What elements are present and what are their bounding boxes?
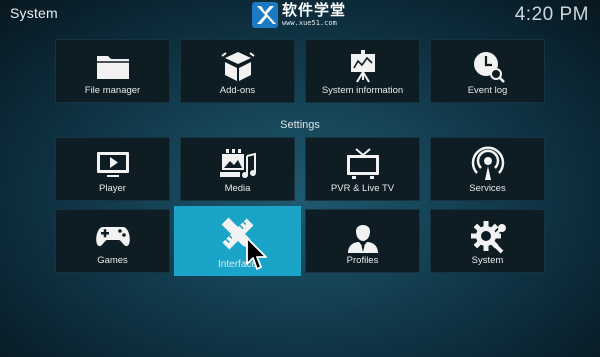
tile-games[interactable]: Games [55, 209, 170, 273]
broadcast-icon [468, 146, 508, 182]
gamepad-icon [93, 218, 133, 254]
tile-event-log[interactable]: Event log [430, 39, 545, 103]
player-screen-icon [93, 146, 133, 182]
tile-add-ons[interactable]: Add-ons [180, 39, 295, 103]
mouse-cursor-icon [246, 237, 267, 270]
tile-media[interactable]: Media [180, 137, 295, 201]
watermark: 软件学堂 www.xue51.com [252, 2, 346, 28]
tile-label: System information [321, 85, 404, 96]
watermark-url: www.xue51.com [282, 19, 337, 27]
tile-pvr-live-tv[interactable]: PVR & Live TV [305, 137, 420, 201]
tile-file-manager[interactable]: File manager [55, 39, 170, 103]
tile-system-information[interactable]: System information [305, 39, 420, 103]
media-icon [218, 146, 258, 182]
tile-system[interactable]: System [430, 209, 545, 273]
watermark-logo-icon [252, 2, 278, 28]
settings-section-title: Settings [280, 119, 320, 131]
tile-label: Event log [467, 85, 508, 96]
folder-icon [93, 48, 133, 84]
tile-profiles[interactable]: Profiles [305, 209, 420, 273]
tile-label: Interface [218, 259, 257, 270]
tile-label: Player [99, 183, 126, 194]
tile-label: Services [469, 183, 506, 194]
tile-label: Profiles [346, 255, 379, 266]
tile-player[interactable]: Player [55, 137, 170, 201]
user-profile-icon [343, 218, 383, 254]
tile-label: System [471, 255, 504, 266]
gear-wrench-icon [468, 218, 508, 254]
tile-label: Media [224, 183, 251, 194]
addons-box-icon [218, 48, 258, 84]
tile-label: Games [97, 255, 128, 266]
window-title: System [10, 5, 58, 21]
watermark-text: 软件学堂 [282, 1, 347, 19]
tile-interface[interactable]: Interface [174, 206, 301, 276]
clock: 4:20 PM [514, 4, 589, 25]
tile-label: File manager [84, 85, 141, 96]
tv-icon [343, 146, 383, 182]
clock-search-icon [468, 48, 508, 84]
tile-services[interactable]: Services [430, 137, 545, 201]
tile-label: PVR & Live TV [330, 183, 395, 194]
presentation-chart-icon [343, 48, 383, 84]
tile-label: Add-ons [219, 85, 256, 96]
